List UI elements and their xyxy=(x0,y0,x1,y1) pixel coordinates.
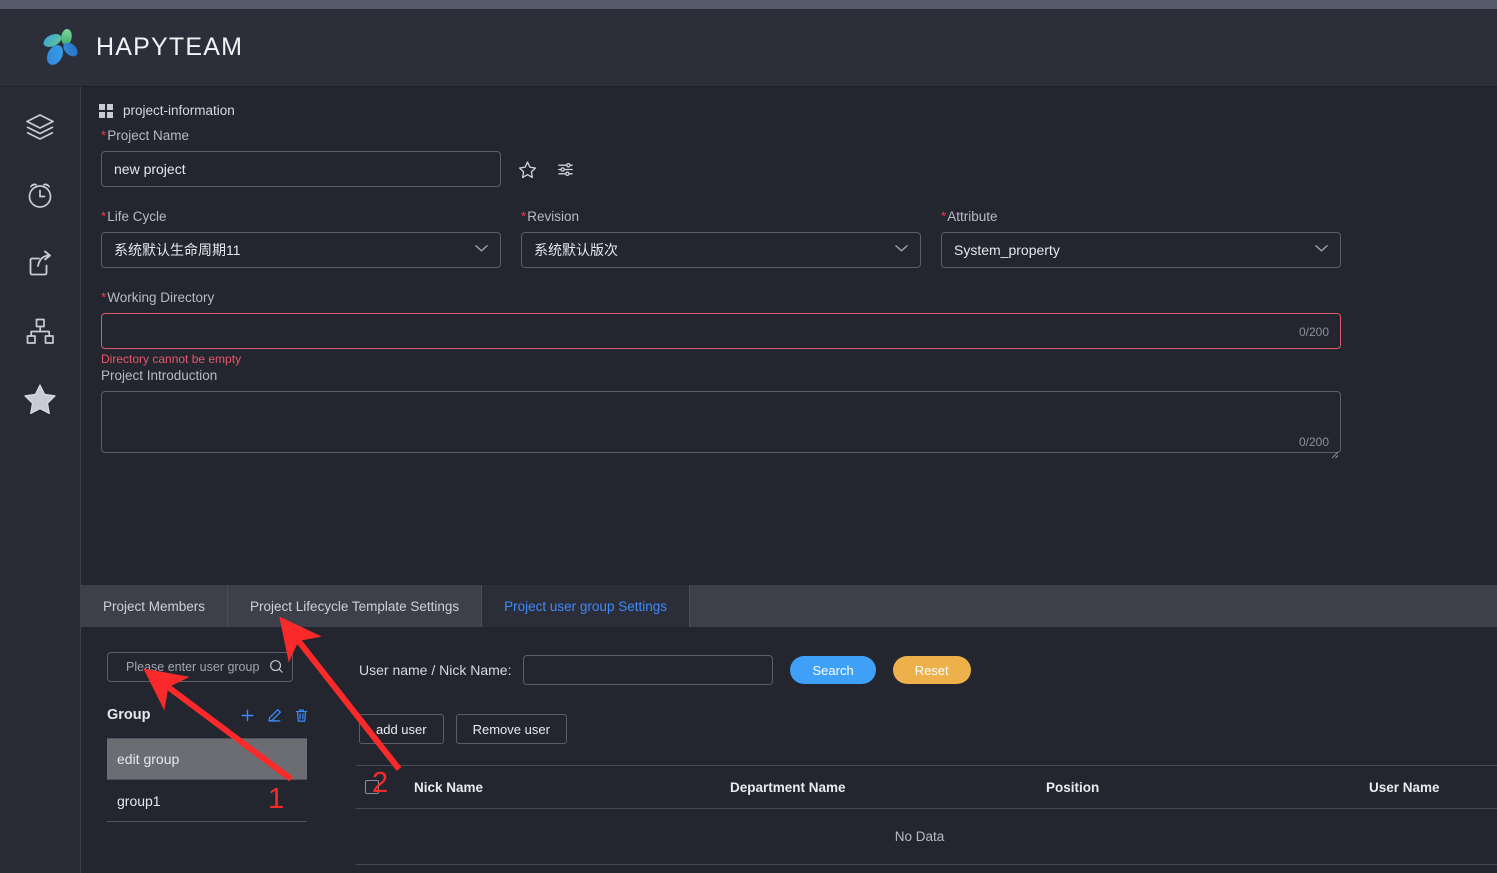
edit-group-button[interactable] xyxy=(267,708,282,723)
sidebar-item-favorites[interactable] xyxy=(0,365,81,433)
life-cycle-label-text: Life Cycle xyxy=(107,209,167,224)
group-list-item-edit-group[interactable]: edit group xyxy=(107,738,307,780)
working-directory-input[interactable] xyxy=(101,313,1341,349)
life-cycle-value: 系统默认生命周期11 xyxy=(114,242,241,258)
add-group-button[interactable] xyxy=(240,708,255,723)
left-icon-rail xyxy=(0,87,81,873)
chevron-down-icon xyxy=(895,244,908,256)
user-table: Nick Name Department Name Position User … xyxy=(356,765,1497,865)
working-directory-label: *Working Directory xyxy=(101,290,1477,305)
reset-button[interactable]: Reset xyxy=(892,656,971,684)
sidebar-item-structure[interactable] xyxy=(0,297,81,365)
select-row: *Life Cycle 系统默认生命周期11 *Revision 系统默认版次 xyxy=(101,209,1477,268)
tab-label: Project user group Settings xyxy=(504,598,667,614)
column-header-position: Position xyxy=(1046,779,1100,795)
required-marker: * xyxy=(521,209,527,224)
table-header-row: Nick Name Department Name Position User … xyxy=(356,765,1497,809)
remove-user-button[interactable]: Remove user xyxy=(455,714,567,744)
revision-field: *Revision 系统默认版次 xyxy=(521,209,921,268)
life-cycle-field: *Life Cycle 系统默认生命周期11 xyxy=(101,209,501,268)
flower-logo-icon xyxy=(38,25,84,71)
revision-label-text: Revision xyxy=(527,209,580,224)
column-header-department-name: Department Name xyxy=(730,779,846,795)
window-top-strip xyxy=(0,0,1497,9)
user-table-area: User name / Nick Name: Search Reset add … xyxy=(356,627,1497,865)
working-directory-field: *Working Directory 0/200 Directory canno… xyxy=(101,290,1477,366)
project-introduction-field: Project Introduction 0/200 xyxy=(101,368,1477,459)
brand-header: HAPYTEAM xyxy=(0,9,1497,87)
search-icon[interactable] xyxy=(269,659,284,679)
sliders-icon[interactable] xyxy=(553,157,577,181)
page-title: project-information xyxy=(123,103,235,118)
chevron-down-icon xyxy=(475,244,488,256)
column-header-user-name: User Name xyxy=(1369,779,1440,795)
group-header-row: Group xyxy=(107,704,309,726)
add-user-button[interactable]: add user xyxy=(359,714,444,744)
brand-title: HAPYTEAM xyxy=(96,33,244,61)
share-export-icon xyxy=(24,247,56,279)
no-data-text: No Data xyxy=(894,829,945,844)
list-item-label: group1 xyxy=(117,792,161,809)
working-directory-label-text: Working Directory xyxy=(107,290,215,305)
group-search-wrapper xyxy=(107,652,293,682)
user-search-label: User name / Nick Name: xyxy=(359,662,512,678)
required-marker: * xyxy=(101,290,107,305)
sidebar-item-layers[interactable] xyxy=(0,93,81,161)
chevron-down-icon xyxy=(1315,244,1328,256)
list-item-label: edit group xyxy=(117,751,180,767)
annotation-number-1: 1 xyxy=(268,783,285,815)
layers-icon xyxy=(23,110,57,144)
project-introduction-label: Project Introduction xyxy=(101,368,218,383)
search-button[interactable]: Search xyxy=(790,656,876,684)
required-marker: * xyxy=(101,128,107,143)
attribute-field: *Attribute System_property xyxy=(941,209,1341,268)
card-header: project-information xyxy=(81,87,1497,128)
app-root: HAPYTEAM project-information *Project Na… xyxy=(0,0,1497,873)
project-name-label-text: Project Name xyxy=(107,128,190,143)
user-search-row: User name / Nick Name: Search Reset xyxy=(356,627,1497,685)
project-name-input[interactable] xyxy=(101,151,501,187)
revision-label: *Revision xyxy=(521,209,921,224)
star-icon xyxy=(22,381,58,417)
delete-group-button[interactable] xyxy=(294,708,309,723)
tab-project-members[interactable]: Project Members xyxy=(81,585,229,627)
tab-label: Project Lifecycle Template Settings xyxy=(250,598,460,614)
group-header-actions xyxy=(240,708,309,723)
project-name-row xyxy=(101,151,1477,187)
grid-2x2-icon xyxy=(99,103,113,118)
project-form: *Project Name new project *Life Cycle 系统… xyxy=(81,128,1497,459)
tab-project-lifecycle-template-settings[interactable]: Project Lifecycle Template Settings xyxy=(228,585,483,627)
revision-select[interactable]: 系统默认版次 xyxy=(521,232,921,268)
alarm-clock-icon xyxy=(24,179,56,211)
project-introduction-textarea[interactable] xyxy=(101,391,1341,453)
user-search-input[interactable] xyxy=(523,655,774,685)
working-directory-error: Directory cannot be empty xyxy=(101,352,242,366)
group-search-input[interactable] xyxy=(107,652,293,682)
life-cycle-select[interactable]: 系统默认生命周期11 xyxy=(101,232,501,268)
annotation-number-2: 2 xyxy=(372,767,389,799)
revision-value: 系统默认版次 xyxy=(534,242,618,258)
tab-label: Project Members xyxy=(103,598,206,614)
group-header-title: Group xyxy=(107,707,151,723)
attribute-select[interactable]: System_property xyxy=(941,232,1341,268)
tab-bar: Project Members Project Lifecycle Templa… xyxy=(81,585,1497,627)
project-name-label: *Project Name xyxy=(101,128,1477,143)
attribute-label: *Attribute xyxy=(941,209,1341,224)
star-outline-icon[interactable] xyxy=(515,157,539,181)
tab-project-user-group-settings[interactable]: Project user group Settings xyxy=(482,585,690,627)
sidebar-item-share[interactable] xyxy=(0,229,81,297)
user-group-panel: Group xyxy=(81,627,1497,873)
table-empty-body: No Data xyxy=(356,809,1497,865)
sidebar-item-schedule[interactable] xyxy=(0,161,81,229)
attribute-label-text: Attribute xyxy=(947,209,998,224)
sitemap-icon xyxy=(24,315,56,347)
required-marker: * xyxy=(101,209,107,224)
tab-bar-filler xyxy=(689,585,1497,627)
required-marker: * xyxy=(941,209,947,224)
life-cycle-label: *Life Cycle xyxy=(101,209,501,224)
user-action-buttons: add user Remove user xyxy=(356,714,1497,744)
column-header-nick-name: Nick Name xyxy=(414,779,484,795)
attribute-value: System_property xyxy=(954,242,1060,258)
